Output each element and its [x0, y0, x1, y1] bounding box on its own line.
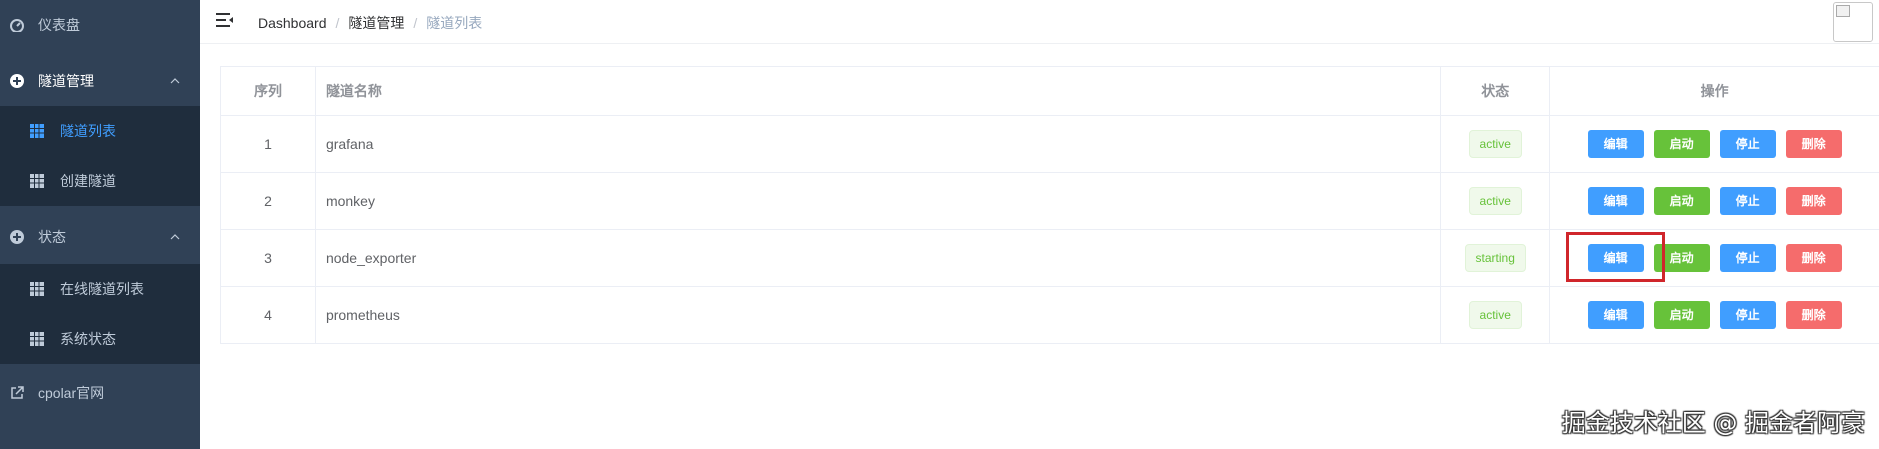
cell-status: active: [1441, 173, 1551, 229]
edit-button[interactable]: 编辑: [1587, 244, 1644, 272]
delete-button[interactable]: 删除: [1785, 187, 1842, 215]
cell-tunnel-name: prometheus: [316, 287, 1442, 343]
cell-status: active: [1441, 116, 1551, 172]
status-badge: active: [1468, 301, 1522, 329]
column-header-index: 序列: [221, 67, 316, 115]
edit-button[interactable]: 编辑: [1587, 187, 1644, 215]
grid-icon: [30, 174, 44, 188]
start-button[interactable]: 启动: [1653, 130, 1710, 158]
sidebar-item-dashboard[interactable]: 仪表盘: [0, 0, 200, 50]
status-badge: active: [1468, 187, 1522, 215]
breadcrumb-separator: /: [335, 15, 340, 31]
column-header-name: 隧道名称: [316, 67, 1442, 115]
cell-operations: 编辑 启动 停止 删除: [1550, 230, 1879, 286]
grid-icon: [30, 124, 44, 138]
submenu-tunnel-management: 隧道列表 创建隧道: [0, 106, 200, 206]
status-badge: active: [1468, 130, 1522, 158]
sidebar-item-label: 创建隧道: [60, 173, 116, 189]
grid-icon: [30, 332, 44, 346]
table-row: 3 node_exporter starting 编辑 启动 停止 删除: [221, 230, 1879, 287]
sidebar-item-tunnel-list[interactable]: 隧道列表: [0, 106, 200, 156]
navbar: Dashboard / 隧道管理 / 隧道列表: [200, 0, 1879, 44]
breadcrumb: Dashboard / 隧道管理 / 隧道列表: [258, 13, 482, 33]
grid-icon: [30, 282, 44, 296]
breadcrumb-item-tunnel-management[interactable]: 隧道管理: [348, 13, 404, 33]
column-header-status: 状态: [1441, 67, 1551, 115]
table-row: 4 prometheus active 编辑 启动 停止 删除: [221, 287, 1879, 344]
hamburger-icon[interactable]: [216, 12, 234, 28]
cell-status: active: [1441, 287, 1551, 343]
delete-button[interactable]: 删除: [1785, 301, 1842, 329]
start-button[interactable]: 启动: [1653, 301, 1710, 329]
avatar[interactable]: [1833, 2, 1873, 42]
sidebar-item-label: 仪表盘: [38, 17, 80, 33]
cell-operations: 编辑 启动 停止 删除: [1550, 116, 1879, 172]
sidebar-item-label: 隧道列表: [60, 123, 116, 139]
cell-operations: 编辑 启动 停止 删除: [1550, 287, 1879, 343]
status-badge: starting: [1464, 244, 1526, 272]
start-button[interactable]: 启动: [1653, 244, 1710, 272]
cell-tunnel-name: node_exporter: [316, 230, 1442, 286]
table-header-row: 序列 隧道名称 状态 操作: [221, 67, 1879, 116]
dashboard-icon: [10, 19, 24, 32]
app-root: 仪表盘 隧道管理 隧道列表 创建隧道 状态 在线隧道列表 系统状态 cpolar…: [0, 0, 1879, 449]
cell-tunnel-name: monkey: [316, 173, 1442, 229]
sidebar-item-create-tunnel[interactable]: 创建隧道: [0, 156, 200, 206]
edit-button[interactable]: 编辑: [1587, 130, 1644, 158]
cell-index: 3: [221, 230, 316, 286]
cell-status: starting: [1441, 230, 1551, 286]
stop-button[interactable]: 停止: [1719, 301, 1776, 329]
breadcrumb-separator: /: [413, 15, 418, 31]
sidebar: 仪表盘 隧道管理 隧道列表 创建隧道 状态 在线隧道列表 系统状态 cpolar…: [0, 0, 200, 449]
plus-circle-icon: [10, 230, 24, 244]
sidebar-item-tunnel-management[interactable]: 隧道管理: [0, 56, 200, 106]
start-button[interactable]: 启动: [1653, 187, 1710, 215]
cell-index: 1: [221, 116, 316, 172]
sidebar-item-cpolar-site[interactable]: cpolar官网: [0, 368, 200, 418]
cell-tunnel-name: grafana: [316, 116, 1442, 172]
stop-button[interactable]: 停止: [1719, 130, 1776, 158]
breadcrumb-item-tunnel-list: 隧道列表: [426, 15, 483, 31]
sidebar-item-label: 状态: [38, 229, 66, 245]
sidebar-item-system-status[interactable]: 系统状态: [0, 314, 200, 364]
watermark: 掘金技术社区 @ 掘金者阿豪: [1561, 409, 1865, 437]
breadcrumb-item-dashboard[interactable]: Dashboard: [258, 15, 327, 31]
sidebar-item-label: 系统状态: [60, 331, 116, 347]
sidebar-item-label: 隧道管理: [38, 73, 94, 89]
sidebar-item-status[interactable]: 状态: [0, 212, 200, 262]
table-row: 1 grafana active 编辑 启动 停止 删除: [221, 116, 1879, 173]
table-row: 2 monkey active 编辑 启动 停止 删除: [221, 173, 1879, 230]
edit-button[interactable]: 编辑: [1587, 301, 1644, 329]
cell-index: 2: [221, 173, 316, 229]
delete-button[interactable]: 删除: [1785, 130, 1842, 158]
cell-operations: 编辑 启动 停止 删除: [1550, 173, 1879, 229]
sidebar-item-online-tunnels[interactable]: 在线隧道列表: [0, 264, 200, 314]
sidebar-item-label: 在线隧道列表: [60, 281, 144, 297]
stop-button[interactable]: 停止: [1719, 244, 1776, 272]
column-header-operations: 操作: [1700, 83, 1729, 99]
plus-circle-icon: [10, 74, 24, 88]
cell-index: 4: [221, 287, 316, 343]
external-link-icon: [11, 386, 24, 399]
stop-button[interactable]: 停止: [1719, 187, 1776, 215]
chevron-up-icon: [170, 234, 180, 240]
chevron-up-icon: [170, 78, 180, 84]
submenu-status: 在线隧道列表 系统状态: [0, 264, 200, 364]
delete-button[interactable]: 删除: [1785, 244, 1842, 272]
sidebar-item-label: cpolar官网: [38, 385, 105, 401]
tunnel-table: 序列 隧道名称 状态 操作 1 grafana active 编辑 启动 停止 …: [220, 66, 1879, 344]
